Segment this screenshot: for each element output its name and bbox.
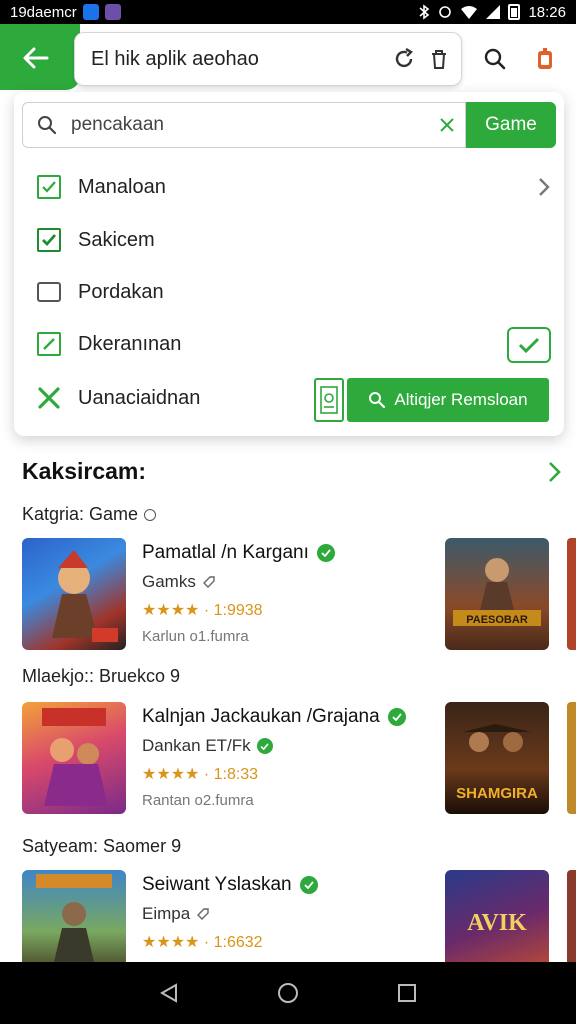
clear-search-icon[interactable] <box>439 117 455 133</box>
checkbox-filled-icon <box>37 228 61 252</box>
app-name: Kalnjan Jackaukan /Grajana <box>142 706 380 727</box>
category-label-text: Katgria: Game <box>22 504 139 524</box>
category-label: Katgria: Game <box>22 504 157 525</box>
side-thumb-title: SHAMGIRA <box>456 785 538 802</box>
document-button[interactable] <box>314 378 344 422</box>
nav-recents-button[interactable] <box>387 973 427 1013</box>
app-notification-icon-2 <box>104 4 121 20</box>
wifi-icon <box>461 6 478 19</box>
app-row[interactable]: Kalnjan Jackaukan /Grajana Dankan ET/Fk … <box>22 702 576 814</box>
search-input-value: pencakaan <box>71 114 164 135</box>
app-row[interactable]: Pamatlal /n Karganı Gamks ★★★★ · 1:9938 … <box>22 538 576 650</box>
apply-search-label: Altiqjer Remsloan <box>394 390 528 409</box>
category-label-text: Satyeam: Saomer 9 <box>22 836 182 856</box>
sync-icon <box>439 6 452 18</box>
menu-item-label: Manaloan <box>78 175 166 198</box>
menu-item-pordakan[interactable]: Pordakan <box>36 272 556 312</box>
search-input[interactable]: pencakaan <box>22 102 466 148</box>
section-header[interactable]: Kaksircam: <box>22 458 562 485</box>
back-triangle-icon <box>160 983 178 1003</box>
tag-icon <box>202 576 215 588</box>
category-label: Satyeam: Saomer 9 <box>22 836 181 857</box>
app-rating: ★★★★ · 1:8:33 <box>142 766 259 783</box>
app-developer: Gamks <box>142 572 196 591</box>
search-button[interactable] <box>478 42 512 76</box>
side-thumb-title: PAESOBAR <box>466 614 528 626</box>
menu-item-label: Dkeranınan <box>78 332 182 355</box>
confirm-check-button[interactable] <box>507 327 551 363</box>
verified-icon <box>256 738 273 754</box>
checkbox-edit-icon <box>37 332 61 356</box>
menu-item-dkeraninan[interactable]: Dkeranınan <box>36 324 556 364</box>
info-icon <box>144 508 157 521</box>
edge-thumbnail[interactable] <box>567 702 576 814</box>
side-game-thumbnail[interactable]: PAESOBAR <box>445 538 549 650</box>
search-icon <box>484 48 506 70</box>
url-text: El hik aplik aeohao <box>91 47 259 70</box>
section-title: Kaksircam: <box>22 458 147 484</box>
app-name: Seiwant Yslaskan <box>142 874 292 895</box>
app-meta: Rantan o2.fumra <box>142 792 254 809</box>
app-developer: Eimpa <box>142 904 191 923</box>
recents-square-icon <box>397 984 416 1002</box>
app-info: Kalnjan Jackaukan /Grajana Dankan ET/Fk … <box>142 706 442 809</box>
document-icon <box>320 386 338 414</box>
game-filter-button[interactable]: Game <box>466 102 556 148</box>
app-meta: Karlun o1.fumra <box>142 628 249 645</box>
url-bar[interactable]: El hik aplik aeohao <box>74 32 462 86</box>
search-icon <box>369 392 386 409</box>
reload-icon[interactable] <box>393 48 415 70</box>
app-developer: Dankan ET/Fk <box>142 736 251 755</box>
menu-item-manaloan[interactable]: Manaloan <box>36 167 556 207</box>
app-thumbnail[interactable] <box>22 538 126 650</box>
search-row: pencakaan Game <box>22 102 556 148</box>
folder-icon <box>37 282 61 302</box>
verified-icon <box>316 544 335 562</box>
search-icon <box>38 116 57 135</box>
app-info: Pamatlal /n Karganı Gamks ★★★★ · 1:9938 … <box>142 542 442 645</box>
app-name: Pamatlal /n Karganı <box>142 542 309 563</box>
category-label: Mlaekjo:: Bruekco 9 <box>22 666 180 687</box>
extension-button[interactable] <box>528 42 562 76</box>
side-thumb-title: AVIK <box>467 910 527 936</box>
menu-item-label: Sakicem <box>78 228 155 251</box>
status-bar: 19daemcr 18:26 <box>0 0 576 24</box>
battery-icon <box>508 4 521 20</box>
extension-icon <box>538 48 552 69</box>
status-left-text: 19daemcr <box>10 3 77 21</box>
nav-back-button[interactable] <box>149 973 189 1013</box>
tag-icon <box>197 908 209 920</box>
apply-search-button[interactable]: Altiqjer Remsloan <box>347 378 549 422</box>
nav-home-button[interactable] <box>268 973 308 1013</box>
app-thumbnail[interactable] <box>22 702 126 814</box>
status-time: 18:26 <box>528 3 566 21</box>
home-circle-icon <box>277 983 298 1003</box>
side-game-thumbnail[interactable]: SHAMGIRA <box>445 702 549 814</box>
signal-icon <box>486 5 501 19</box>
app-rating: ★★★★ · 1:6632 <box>142 934 263 951</box>
edge-thumbnail[interactable] <box>567 538 576 650</box>
verified-icon <box>299 876 318 894</box>
menu-item-sakicem[interactable]: Sakicem <box>36 220 556 260</box>
chevron-right-icon <box>549 461 561 482</box>
checkbox-checked-icon <box>37 175 61 199</box>
search-dropdown-panel: pencakaan Game Manaloan Sakicem Pordakan… <box>14 92 564 436</box>
app-info: Seiwant Yslaskan Eimpa ★★★★ · 1:6632 <box>142 874 442 952</box>
bluetooth-icon <box>419 4 430 20</box>
system-nav-bar <box>0 962 576 1024</box>
back-arrow-icon <box>23 47 49 69</box>
menu-item-label: Uanaciaidnan <box>78 386 201 409</box>
clear-icon[interactable] <box>429 48 449 70</box>
close-x-icon <box>38 387 60 409</box>
menu-item-label: Pordakan <box>78 280 164 303</box>
back-button[interactable] <box>18 40 54 76</box>
app-notification-icon <box>82 4 99 20</box>
category-label-text: Mlaekjo:: Bruekco 9 <box>22 666 181 686</box>
check-icon <box>518 337 540 353</box>
verified-icon <box>387 708 406 726</box>
app-rating: ★★★★ · 1:9938 <box>142 602 263 619</box>
chevron-right-icon <box>539 178 550 196</box>
